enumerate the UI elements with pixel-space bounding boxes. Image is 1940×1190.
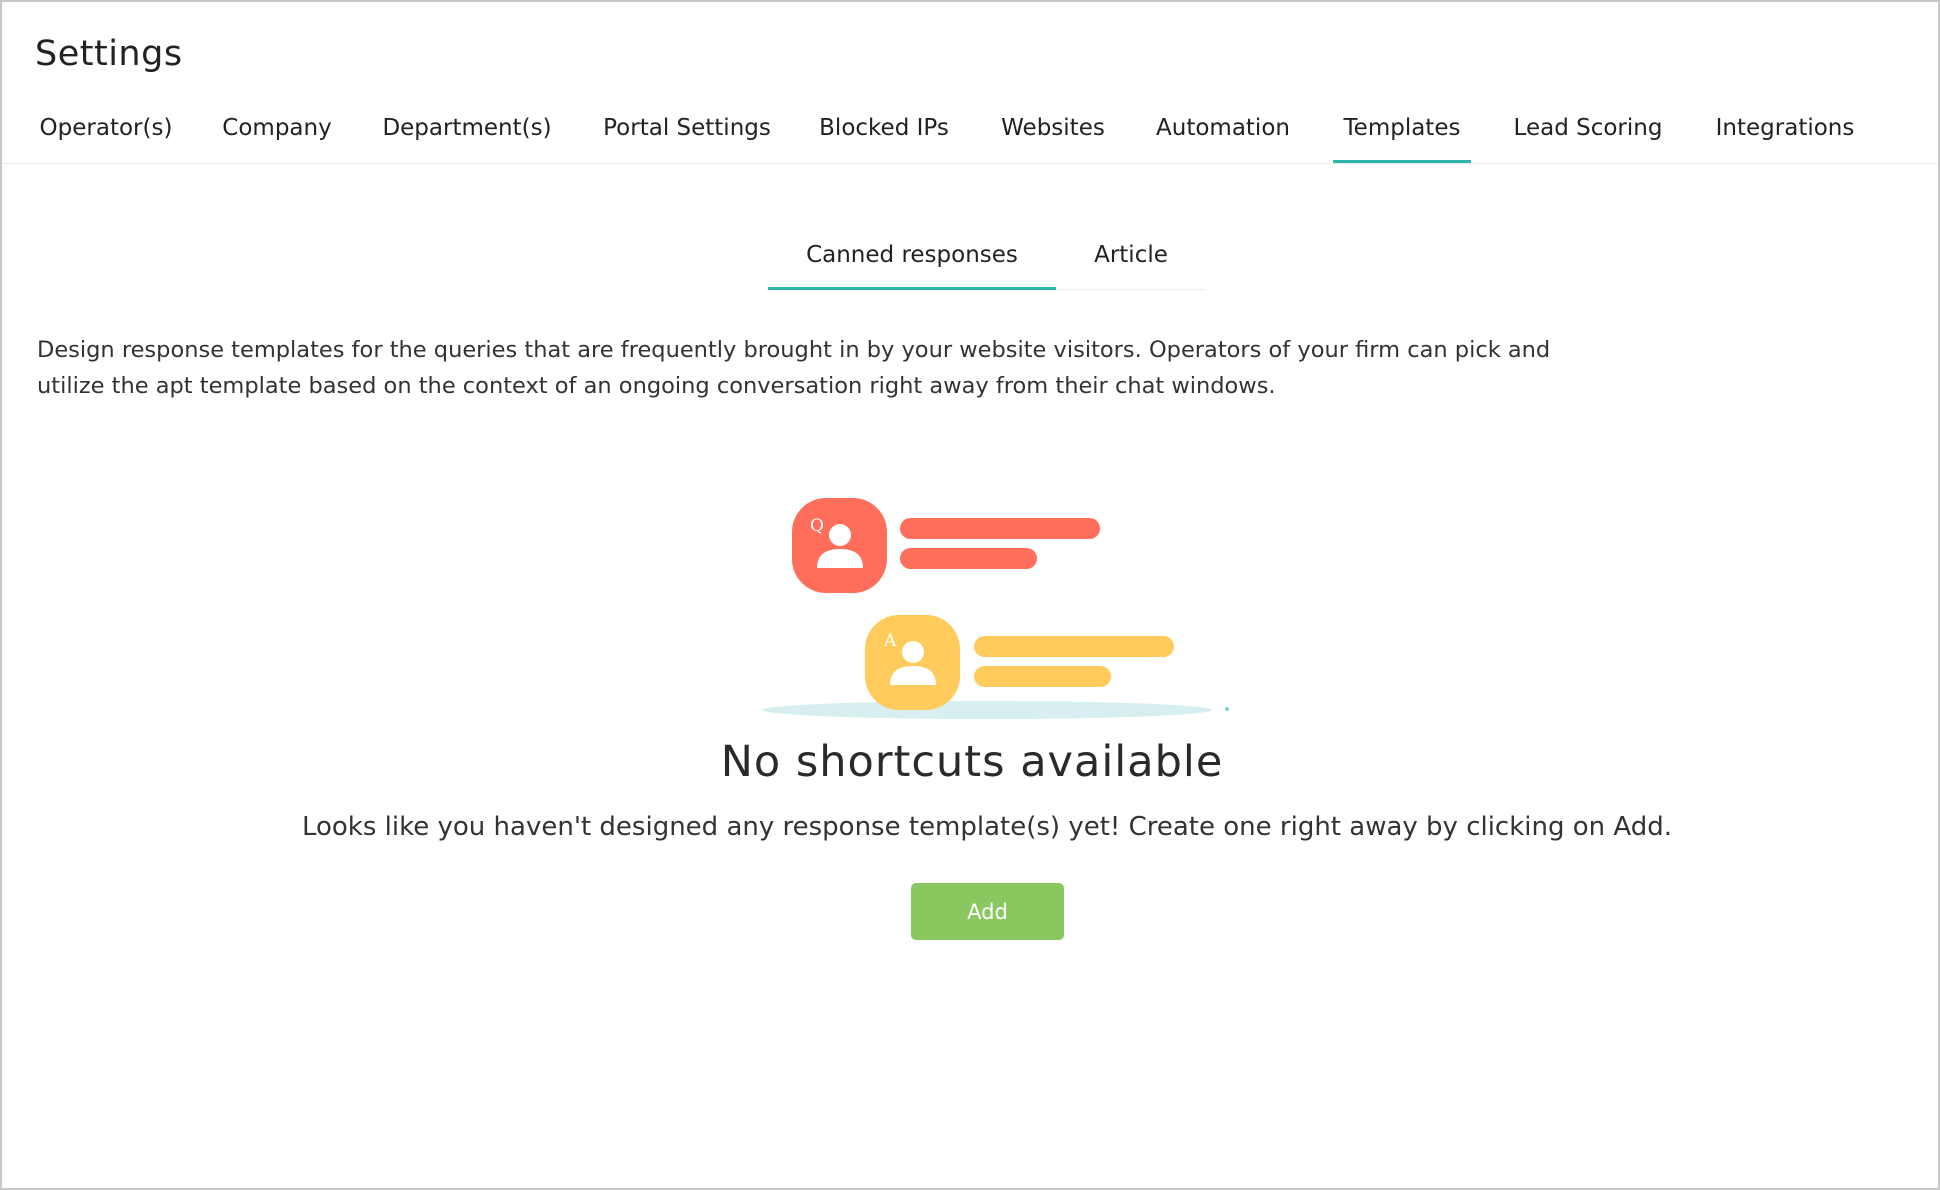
question-line-long <box>900 518 1100 539</box>
chat-templates-illustration: Q A <box>762 498 1229 719</box>
empty-state-message: Looks like you haven't designed any resp… <box>301 812 1673 842</box>
section-description: Design response templates for the querie… <box>37 337 1551 399</box>
answer-line-short <box>974 666 1111 687</box>
illustration-shadow <box>762 701 1212 719</box>
answer-avatar-icon <box>865 615 960 710</box>
question-badge-label: Q <box>810 516 824 536</box>
tab-portal-settings[interactable]: Portal Settings <box>598 102 776 163</box>
question-avatar-icon <box>792 498 887 593</box>
tab-automation[interactable]: Automation <box>1152 102 1294 163</box>
tab-departments[interactable]: Department(s) <box>378 102 556 163</box>
answer-badge-label: A <box>883 631 897 651</box>
tab-article[interactable]: Article <box>1056 228 1206 290</box>
question-line-short <box>900 548 1037 569</box>
tab-websites[interactable]: Websites <box>996 102 1110 163</box>
tab-blocked-ips[interactable]: Blocked IPs <box>816 102 952 163</box>
tab-lead-scoring[interactable]: Lead Scoring <box>1511 102 1665 163</box>
settings-window: Settings Operator(s) Company Department(… <box>0 0 1940 1190</box>
tab-company[interactable]: Company <box>218 102 336 163</box>
tab-integrations[interactable]: Integrations <box>1707 102 1863 163</box>
add-button[interactable]: Add <box>911 883 1064 940</box>
illustration-dot <box>1225 707 1229 711</box>
tab-canned-responses[interactable]: Canned responses <box>768 228 1056 290</box>
answer-line-long <box>974 636 1174 657</box>
tab-templates[interactable]: Templates <box>1333 102 1471 163</box>
settings-tab-bar: Operator(s) Company Department(s) Portal… <box>2 102 1938 164</box>
tab-operators[interactable]: Operator(s) <box>36 102 176 163</box>
templates-sub-tab-bar: Canned responses Article <box>768 228 1206 290</box>
empty-state-title: No shortcuts available <box>720 737 1224 787</box>
page-title: Settings <box>35 34 183 74</box>
